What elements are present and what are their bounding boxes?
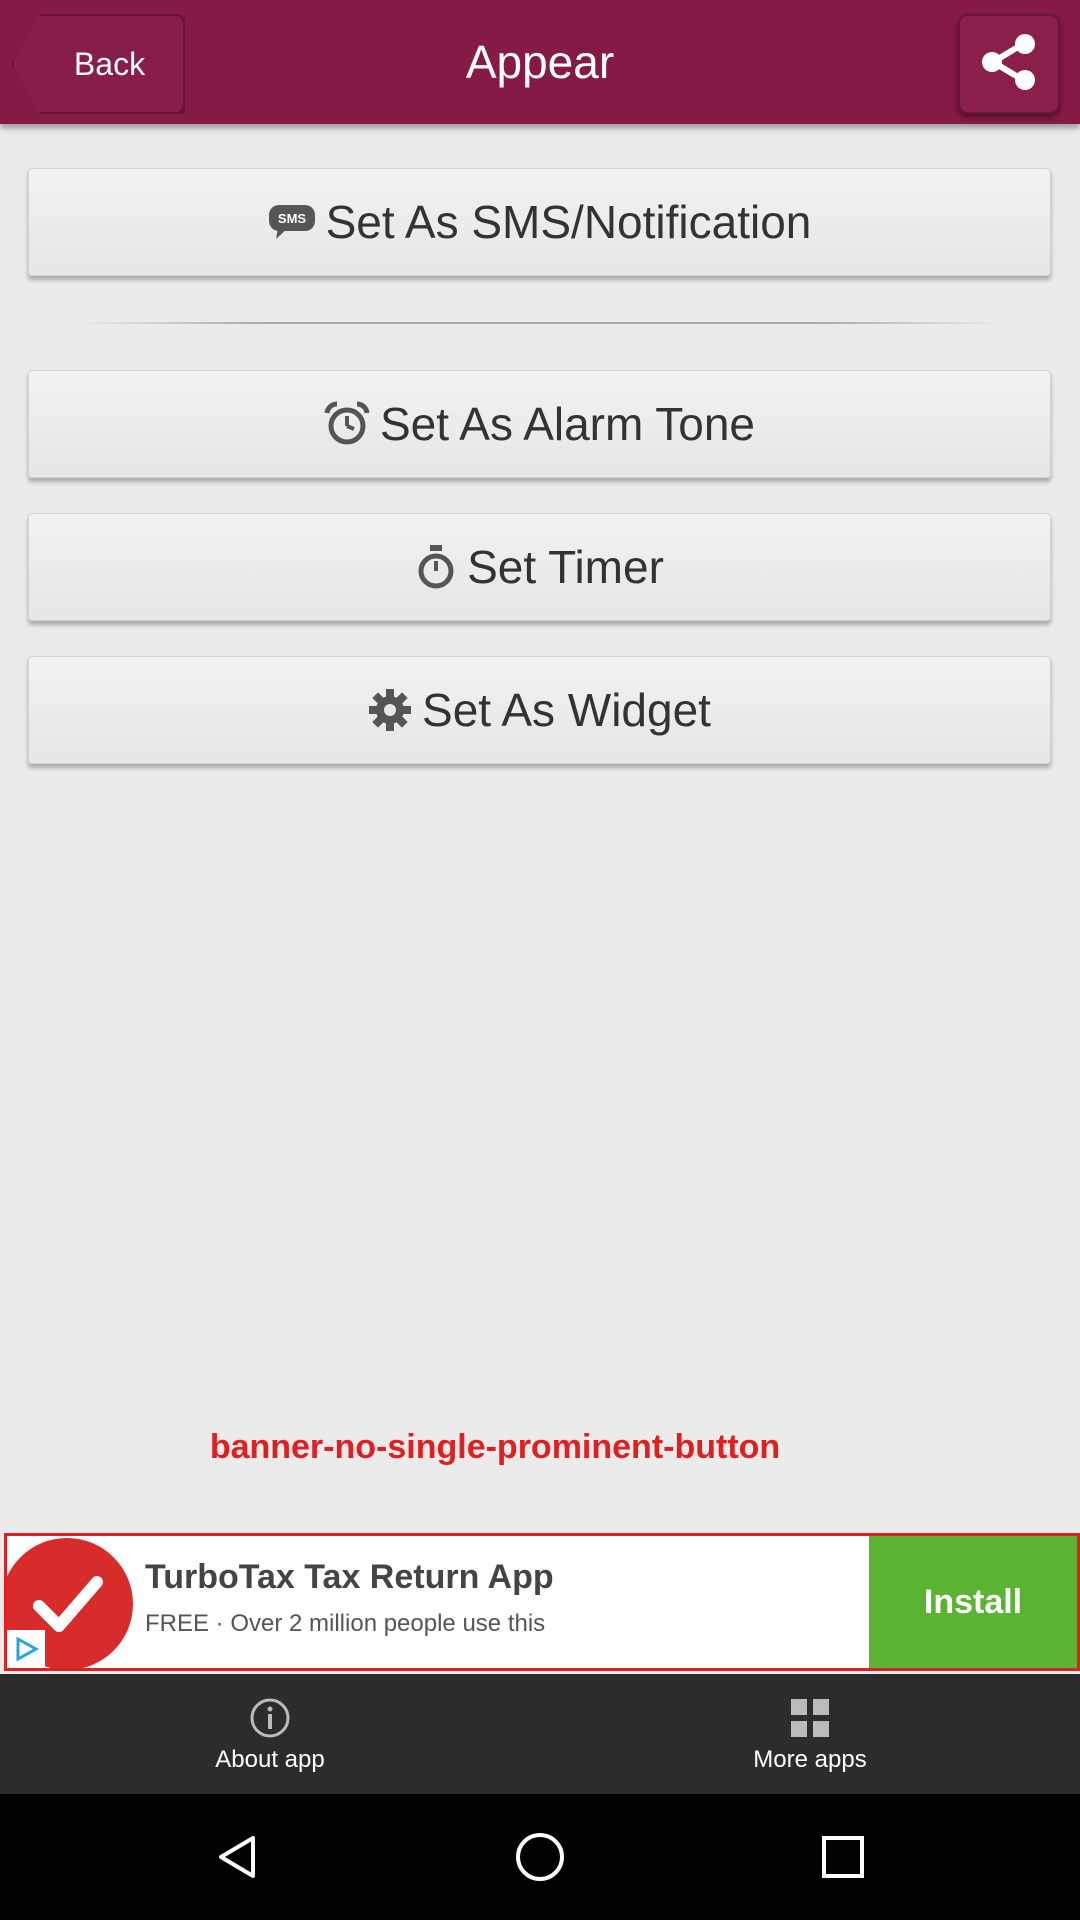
ad-choices-icon[interactable] <box>7 1630 45 1668</box>
action-label: Set As SMS/Notification <box>325 196 812 248</box>
alarm-clock-icon <box>324 401 370 447</box>
sms-icon: SMS <box>268 204 316 240</box>
back-button-border <box>12 14 185 114</box>
more-apps-button[interactable]: More apps <box>660 1674 960 1794</box>
stopwatch-icon <box>415 544 457 590</box>
action-label: Set As Widget <box>422 684 711 736</box>
bottom-bar: About app More apps <box>0 1674 1080 1794</box>
gear-icon <box>368 688 412 732</box>
action-label: Set As Alarm Tone <box>379 398 756 450</box>
nav-home-icon[interactable] <box>505 1822 575 1892</box>
info-icon <box>249 1694 291 1742</box>
set-widget-button[interactable]: Set As Widget <box>28 656 1051 764</box>
set-alarm-tone-button[interactable]: Set As Alarm Tone <box>28 370 1051 478</box>
system-nav-bar <box>0 1794 1080 1920</box>
ad-install-button[interactable]: Install <box>869 1536 1077 1668</box>
annotation-label: banner-no-single-prominent-button <box>209 1428 781 1466</box>
ad-subtitle: FREE · Over 2 million people use this <box>145 1610 546 1637</box>
about-app-button[interactable]: About app <box>120 1674 420 1794</box>
svg-text:SMS: SMS <box>278 211 307 226</box>
set-sms-notification-button[interactable]: SMS Set As SMS/Notification <box>28 168 1051 276</box>
action-label: Set Timer <box>467 541 664 593</box>
share-icon <box>979 32 1039 97</box>
set-timer-button[interactable]: Set Timer <box>28 513 1051 621</box>
nav-recents-icon[interactable] <box>808 1822 878 1892</box>
app-header: Appear Back <box>0 0 1080 124</box>
ad-banner[interactable]: TurboTax Tax Return App FREE · Over 2 mi… <box>4 1533 1080 1671</box>
section-divider <box>80 322 1000 324</box>
nav-back-icon[interactable] <box>203 1822 273 1892</box>
share-button[interactable] <box>958 14 1060 114</box>
ad-title: TurboTax Tax Return App <box>145 1558 554 1596</box>
bottom-item-label: More apps <box>753 1746 867 1773</box>
grid-icon <box>789 1694 831 1742</box>
bottom-item-label: About app <box>215 1746 325 1773</box>
